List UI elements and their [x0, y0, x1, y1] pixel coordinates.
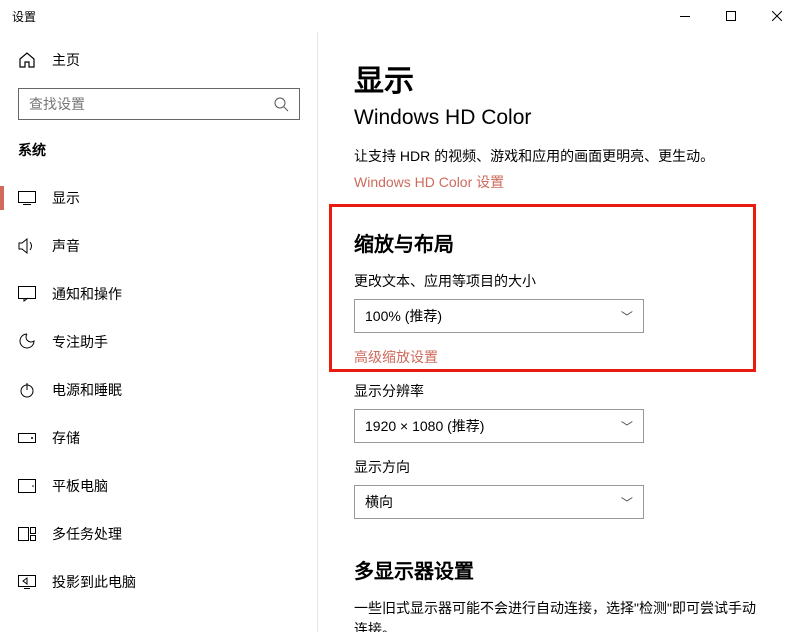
display-icon — [18, 189, 36, 207]
search-field[interactable] — [29, 96, 249, 112]
focus-assist-icon — [18, 333, 36, 351]
multi-display-description: 一些旧式显示器可能不会进行自动连接，选择"检测"即可尝试手动连接。 — [354, 598, 764, 632]
close-button[interactable] — [754, 0, 800, 32]
sidebar-item-power[interactable]: 电源和睡眠 — [0, 366, 318, 414]
chevron-down-icon: 〉 — [618, 496, 635, 508]
home-icon — [18, 51, 36, 69]
sound-icon — [18, 237, 36, 255]
project-icon — [18, 573, 36, 591]
power-icon — [18, 381, 36, 399]
sidebar-item-label: 多任务处理 — [52, 524, 122, 544]
hdr-settings-link[interactable]: Windows HD Color 设置 — [354, 172, 764, 192]
search-icon — [273, 96, 289, 112]
sidebar-item-multitask[interactable]: 多任务处理 — [0, 510, 318, 558]
sidebar-item-tablet[interactable]: 平板电脑 — [0, 462, 318, 510]
sidebar-item-label: 通知和操作 — [52, 284, 122, 304]
search-input[interactable] — [18, 88, 300, 120]
window-controls — [662, 0, 800, 32]
page-title: 显示 — [354, 56, 764, 100]
sidebar-divider — [317, 32, 318, 632]
window-title: 设置 — [12, 8, 36, 25]
tablet-icon — [18, 477, 36, 495]
sidebar-item-label: 专注助手 — [52, 332, 108, 352]
resolution-dropdown[interactable]: 1920 × 1080 (推荐) 〉 — [354, 409, 644, 443]
sidebar-item-focus-assist[interactable]: 专注助手 — [0, 318, 318, 366]
multitask-icon — [18, 525, 36, 543]
storage-icon — [18, 429, 36, 447]
orientation-label: 显示方向 — [354, 457, 764, 477]
category-header: 系统 — [0, 132, 318, 174]
home-label: 主页 — [52, 50, 80, 70]
scale-dropdown[interactable]: 100% (推荐) 〉 — [354, 299, 644, 333]
orientation-value: 横向 — [365, 492, 393, 512]
resolution-value: 1920 × 1080 (推荐) — [365, 416, 484, 436]
multi-display-header: 多显示器设置 — [354, 555, 764, 584]
chevron-down-icon: 〉 — [618, 310, 635, 322]
notifications-icon — [18, 285, 36, 303]
sidebar-item-label: 显示 — [52, 188, 80, 208]
minimize-button[interactable] — [662, 0, 708, 32]
chevron-down-icon: 〉 — [618, 420, 635, 432]
sidebar-item-label: 存储 — [52, 428, 80, 448]
scale-section-header: 缩放与布局 — [354, 228, 764, 257]
sidebar-item-display[interactable]: 显示 — [0, 174, 318, 222]
sidebar-item-storage[interactable]: 存储 — [0, 414, 318, 462]
home-link[interactable]: 主页 — [0, 40, 318, 80]
sidebar-item-label: 投影到此电脑 — [52, 572, 136, 592]
scale-label: 更改文本、应用等项目的大小 — [354, 271, 764, 291]
sidebar-item-label: 平板电脑 — [52, 476, 108, 496]
sidebar-item-project[interactable]: 投影到此电脑 — [0, 558, 318, 606]
resolution-label: 显示分辨率 — [354, 381, 764, 401]
maximize-button[interactable] — [708, 0, 754, 32]
sidebar-item-notifications[interactable]: 通知和操作 — [0, 270, 318, 318]
sidebar-item-label: 声音 — [52, 236, 80, 256]
orientation-dropdown[interactable]: 横向 〉 — [354, 485, 644, 519]
sidebar-item-label: 电源和睡眠 — [52, 380, 122, 400]
hdr-description: 让支持 HDR 的视频、游戏和应用的画面更明亮、更生动。 — [354, 146, 764, 166]
advanced-scale-link[interactable]: 高级缩放设置 — [354, 347, 764, 367]
sidebar-item-sound[interactable]: 声音 — [0, 222, 318, 270]
hdr-subtitle: Windows HD Color — [354, 106, 764, 130]
scale-value: 100% (推荐) — [365, 306, 442, 326]
